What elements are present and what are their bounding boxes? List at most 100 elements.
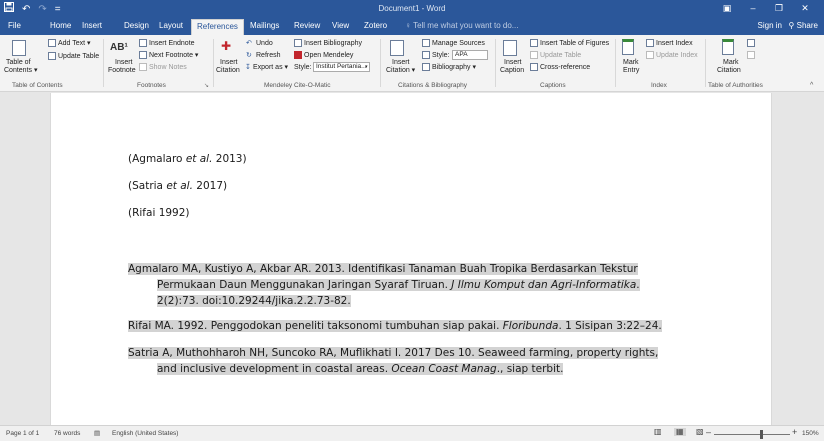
page-count[interactable]: Page 1 of 1 xyxy=(6,430,39,438)
tab-file[interactable]: File xyxy=(8,20,21,32)
footnotes-dialog-launcher-icon[interactable]: ↘ xyxy=(204,82,209,91)
mendeley-insert-citation-button-line2[interactable]: Citation xyxy=(216,66,240,75)
citation-em: et al. xyxy=(185,153,213,165)
insert-bibliography-icon xyxy=(294,39,302,47)
manage-sources-button[interactable]: Manage Sources xyxy=(432,39,485,48)
bibliography-icon xyxy=(422,63,430,71)
next-footnote-icon xyxy=(139,51,147,59)
tab-home[interactable]: Home xyxy=(50,20,71,32)
bib-journal: Floribunda xyxy=(502,320,559,332)
read-mode-icon[interactable]: ▥ xyxy=(654,428,662,436)
insert-endnote-icon xyxy=(139,39,147,47)
insert-citation-button-line2[interactable]: Citation ▾ xyxy=(386,66,415,75)
vertical-scrollbar[interactable] xyxy=(810,93,824,425)
citation-text: (Agmalaro xyxy=(128,153,186,165)
restore-button[interactable]: ❐ xyxy=(766,2,792,14)
insert-table-of-figures-button[interactable]: Insert Table of Figures xyxy=(540,39,609,48)
bib-line: Permukaan Daun Menggunakan Jaringan Syar… xyxy=(157,279,640,291)
captions-update-table-button[interactable]: Update Table xyxy=(540,51,581,60)
bib-line: Satria A, Muthohharoh NH, Suncoko RA, Mu… xyxy=(128,347,659,359)
ribbon: Table of Contents ▾ Add Text ▾ Update Ta… xyxy=(0,35,824,92)
citation-paragraph[interactable]: (Agmalaro et al. 2013) xyxy=(128,153,247,165)
open-mendeley-button[interactable]: Open Mendeley xyxy=(304,51,353,60)
bibliography-entry[interactable]: Satria A, Muthohharoh NH, Suncoko RA, Mu… xyxy=(128,345,659,377)
tab-zotero[interactable]: Zotero xyxy=(364,20,387,32)
mendeley-insert-citation-icon: ✚ xyxy=(220,39,232,53)
word-count[interactable]: 76 words xyxy=(54,430,80,438)
tab-references[interactable]: References xyxy=(191,19,244,36)
tab-design[interactable]: Design xyxy=(124,20,149,32)
sign-in-link[interactable]: Sign in xyxy=(758,20,782,32)
minimize-button[interactable]: – xyxy=(740,2,766,14)
mark-entry-button-line2[interactable]: Entry xyxy=(623,66,639,75)
tell-me-text: Tell me what you want to do... xyxy=(413,21,519,30)
web-layout-icon[interactable]: ▧ xyxy=(696,428,704,436)
mendeley-style-label: Style: xyxy=(294,64,312,71)
bib-journal: J Ilmu Komput dan Agri-Informatika xyxy=(451,279,637,291)
next-footnote-button[interactable]: Next Footnote ▾ xyxy=(149,51,198,60)
print-layout-icon[interactable]: ▦ xyxy=(674,428,686,436)
insert-caption-button-line2[interactable]: Caption xyxy=(500,66,524,75)
mendeley-style-dropdown[interactable]: Institut Pertania... xyxy=(313,62,370,72)
share-button[interactable]: ⚲ Share xyxy=(789,20,818,32)
group-divider xyxy=(103,39,104,87)
add-text-button[interactable]: Add Text ▾ xyxy=(58,39,91,48)
show-notes-icon xyxy=(139,63,147,71)
bib-text-end: . 1 Sisipan 3:22–24. xyxy=(558,320,662,332)
mendeley-undo-button[interactable]: Undo xyxy=(256,39,273,48)
citation-style-dropdown[interactable]: APA xyxy=(452,50,488,60)
bib-text: Permukaan Daun Menggunakan Jaringan Syar… xyxy=(157,279,452,291)
table-of-contents-button-line2[interactable]: Contents ▾ xyxy=(4,66,37,75)
mendeley-insert-bibliography-button[interactable]: Insert Bibliography xyxy=(304,39,362,48)
mendeley-refresh-button[interactable]: Refresh xyxy=(256,51,281,60)
show-notes-button[interactable]: Show Notes xyxy=(149,63,187,72)
group-divider xyxy=(615,39,616,87)
tab-review[interactable]: Review xyxy=(294,20,320,32)
zoom-level[interactable]: 150% xyxy=(802,430,819,438)
ab-footnote-icon: AB¹ xyxy=(110,42,128,53)
insert-caption-icon xyxy=(503,40,517,56)
collapse-ribbon-icon[interactable]: ^ xyxy=(810,81,813,90)
bib-line: Agmalaro MA, Kustiyo A, Akbar AR. 2013. … xyxy=(128,263,638,275)
update-table-button[interactable]: Update Table xyxy=(58,52,99,61)
bibliography-entry[interactable]: Agmalaro MA, Kustiyo A, Akbar AR. 2013. … xyxy=(128,261,640,309)
zoom-slider-thumb[interactable] xyxy=(760,430,763,439)
table-of-contents-icon xyxy=(12,40,26,56)
zoom-in-button[interactable]: + xyxy=(792,428,797,437)
bib-journal: Ocean Coast Manag xyxy=(391,363,497,375)
citation-text: (Rifai 1992) xyxy=(128,207,190,219)
citation-text-end: 2013) xyxy=(212,153,247,165)
ribbon-display-options-icon[interactable]: ▣ xyxy=(714,2,740,14)
bibliography-entry[interactable]: Rifai MA. 1992. Penggodokan peneliti tak… xyxy=(128,318,662,334)
style-icon xyxy=(422,51,430,59)
insert-footnote-button-line2[interactable]: Footnote xyxy=(108,66,136,75)
tell-me-box[interactable]: ♀ Tell me what you want to do... xyxy=(405,20,518,32)
citation-text: (Satria xyxy=(128,180,167,192)
tab-insert[interactable]: Insert xyxy=(82,20,102,32)
close-button[interactable]: ✕ xyxy=(792,2,818,14)
zoom-out-button[interactable]: – xyxy=(706,428,711,437)
mark-citation-button-line2[interactable]: Citation xyxy=(717,66,741,75)
citation-paragraph[interactable]: (Satria et al. 2017) xyxy=(128,180,227,192)
tab-layout[interactable]: Layout xyxy=(159,20,183,32)
update-index-button[interactable]: Update Index xyxy=(656,51,698,60)
citation-paragraph[interactable]: (Rifai 1992) xyxy=(128,207,190,219)
mark-citation-icon xyxy=(722,39,734,55)
tab-mailings[interactable]: Mailings xyxy=(250,20,279,32)
bib-text: and inclusive development in coastal are… xyxy=(157,363,392,375)
chevron-down-icon[interactable]: ▾ xyxy=(365,63,368,72)
tab-view[interactable]: View xyxy=(332,20,349,32)
language-indicator[interactable]: English (United States) xyxy=(112,430,178,438)
zoom-slider-track[interactable] xyxy=(714,434,790,435)
bibliography-button[interactable]: Bibliography ▾ xyxy=(432,63,476,72)
proofing-icon[interactable]: ▤ xyxy=(94,430,100,438)
insert-endnote-button[interactable]: Insert Endnote xyxy=(149,39,195,48)
insert-index-button[interactable]: Insert Index xyxy=(656,39,693,48)
insert-citation-icon xyxy=(390,40,404,56)
mendeley-export-button[interactable]: Export as ▾ xyxy=(253,63,288,72)
group-divider xyxy=(705,39,706,87)
citation-style-label: Style: xyxy=(432,52,450,59)
bib-text-end: ., siap terbit. xyxy=(496,363,564,375)
cross-reference-button[interactable]: Cross-reference xyxy=(540,63,590,72)
bib-line: and inclusive development in coastal are… xyxy=(157,363,564,375)
